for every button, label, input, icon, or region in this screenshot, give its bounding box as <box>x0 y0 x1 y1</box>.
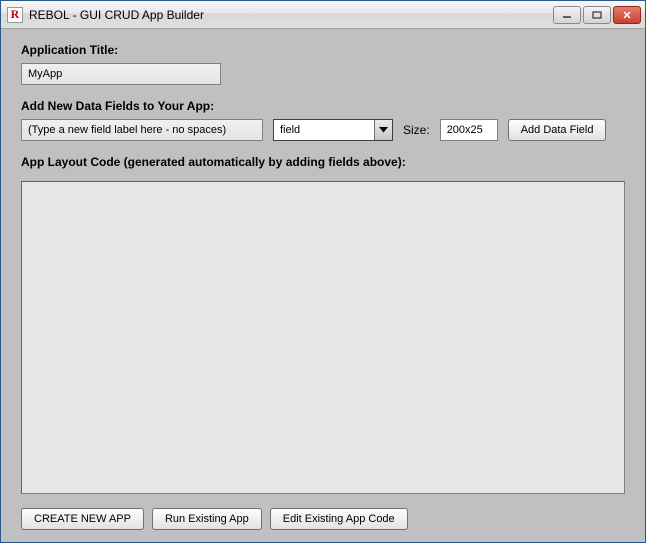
edit-existing-app-code-button[interactable]: Edit Existing App Code <box>270 508 408 530</box>
run-existing-app-button[interactable]: Run Existing App <box>152 508 262 530</box>
app-icon: R <box>7 7 23 23</box>
create-new-app-button[interactable]: CREATE NEW APP <box>21 508 144 530</box>
layout-code-area[interactable] <box>21 181 625 494</box>
add-data-field-button[interactable]: Add Data Field <box>508 119 607 141</box>
app-title-input[interactable] <box>21 63 221 85</box>
field-label-input[interactable] <box>21 119 263 141</box>
size-label: Size: <box>403 123 430 137</box>
field-type-select[interactable]: field <box>273 119 393 141</box>
maximize-button[interactable] <box>583 6 611 24</box>
minimize-button[interactable] <box>553 6 581 24</box>
app-title-label: Application Title: <box>21 43 625 57</box>
window-title: REBOL - GUI CRUD App Builder <box>29 8 553 22</box>
add-field-row: field Size: Add Data Field <box>21 119 625 141</box>
client-area: Application Title: Add New Data Fields t… <box>1 29 645 542</box>
add-fields-label: Add New Data Fields to Your App: <box>21 99 625 113</box>
app-window: R REBOL - GUI CRUD App Builder Applicati… <box>0 0 646 543</box>
bottom-button-row: CREATE NEW APP Run Existing App Edit Exi… <box>21 508 625 530</box>
window-controls <box>553 6 641 24</box>
dropdown-arrow-icon <box>374 120 392 140</box>
titlebar: R REBOL - GUI CRUD App Builder <box>1 1 645 29</box>
size-input[interactable] <box>440 119 498 141</box>
layout-code-label: App Layout Code (generated automatically… <box>21 155 625 169</box>
close-button[interactable] <box>613 6 641 24</box>
